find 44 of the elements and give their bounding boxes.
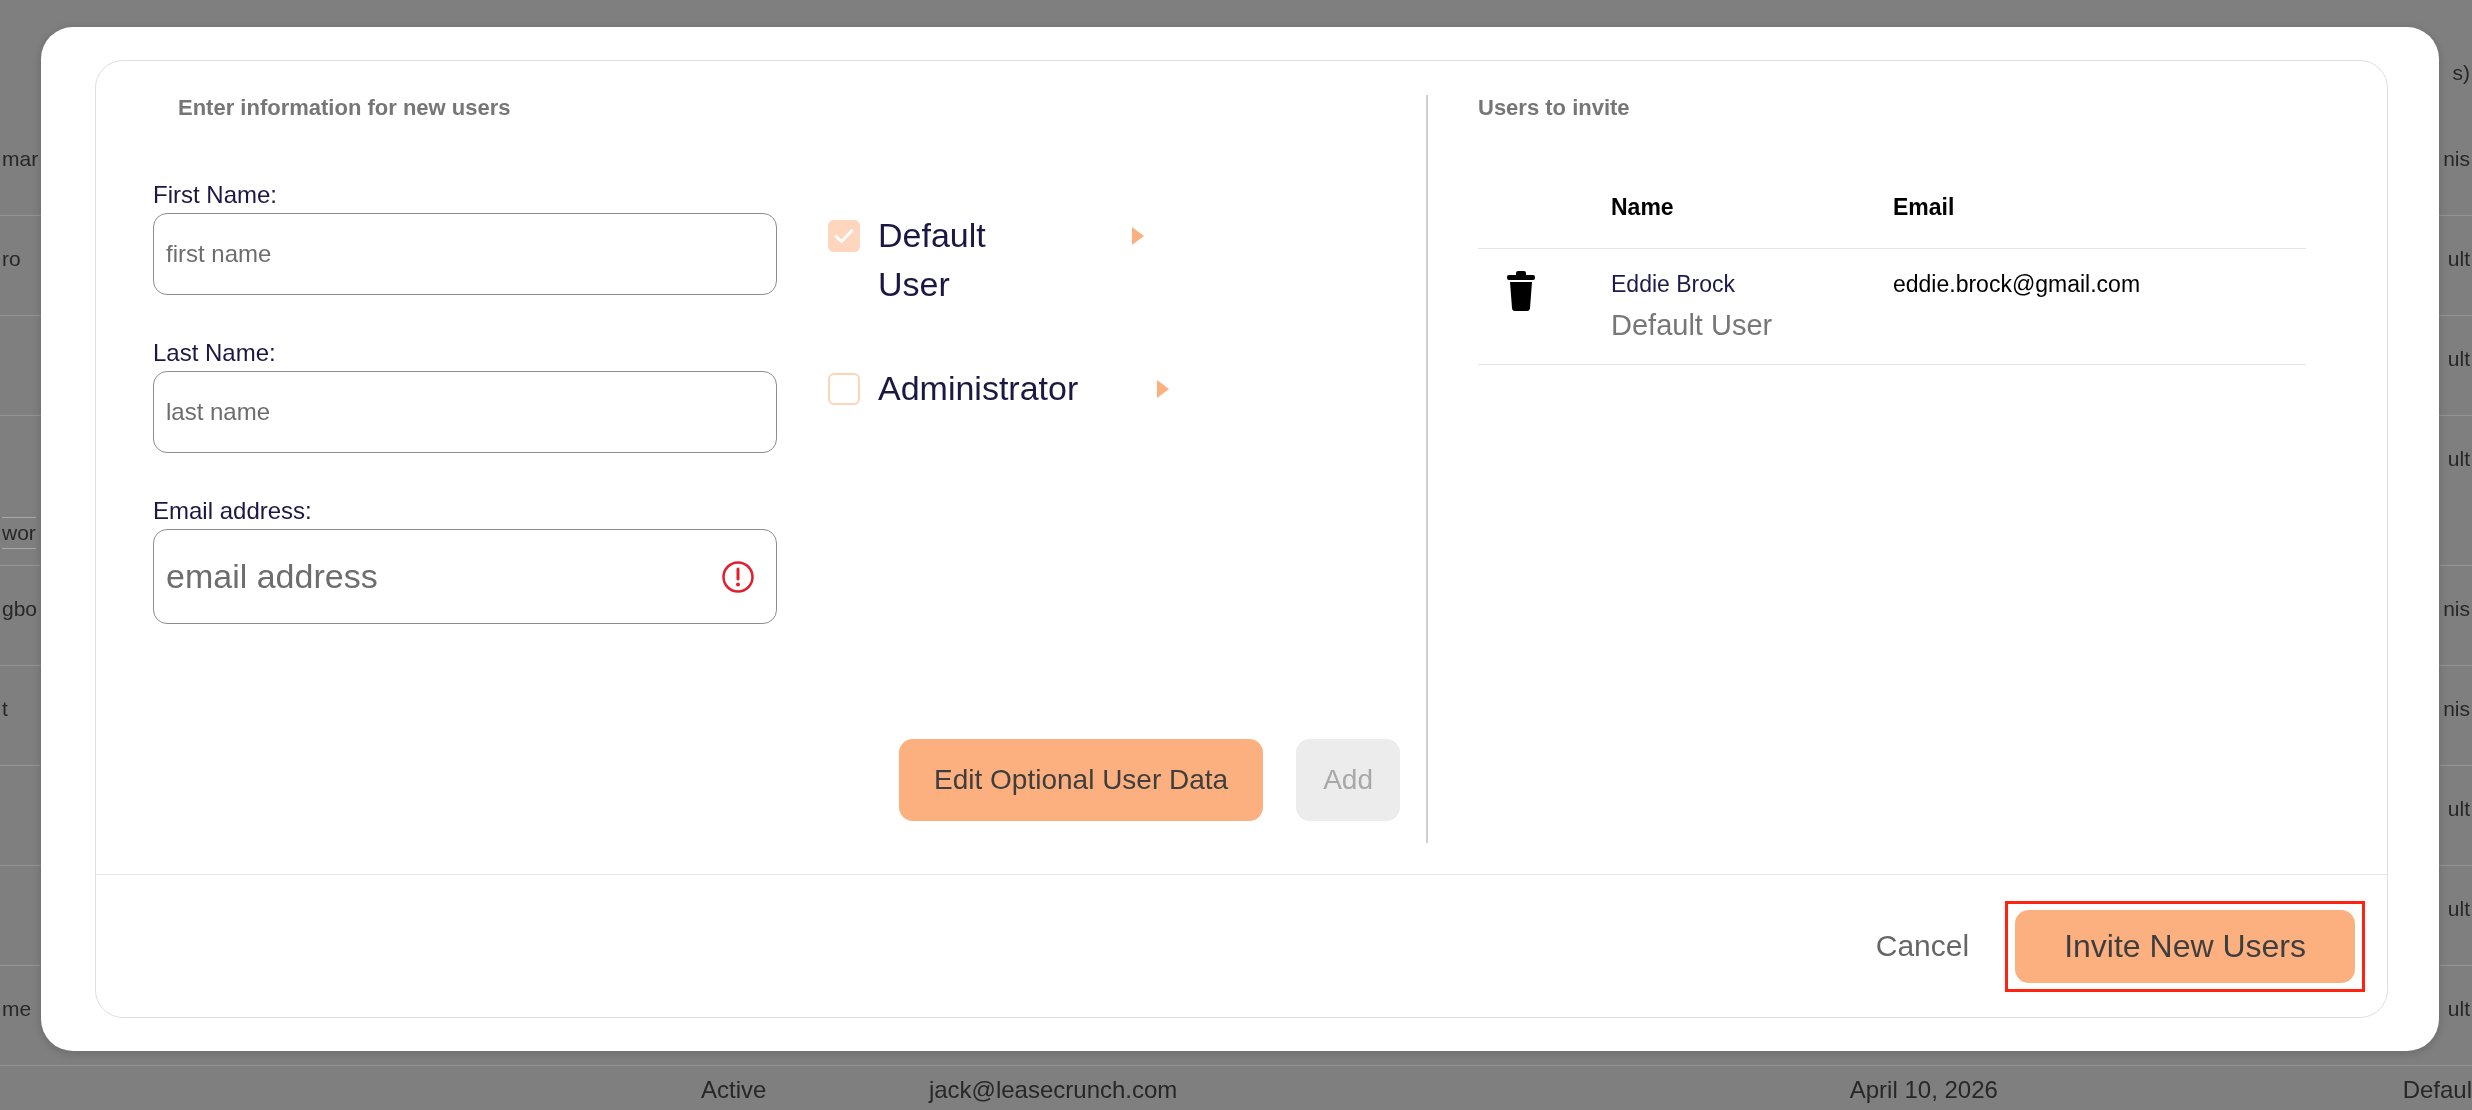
status-text: Active	[701, 1076, 768, 1104]
checkbox[interactable]	[828, 219, 860, 252]
table-text: mar	[2, 146, 39, 172]
invite-button[interactable]: Invite New Users	[2015, 909, 2355, 983]
checkbox[interactable]	[828, 372, 860, 405]
table-text: s)	[2452, 60, 2470, 86]
input-field[interactable]: last name	[153, 371, 777, 453]
table-text: ult	[2447, 796, 2470, 822]
table-text: ult	[2447, 346, 2470, 372]
table-text: ult	[2447, 446, 2470, 472]
role-text: Default User	[1611, 307, 1774, 342]
table-text: t	[2, 696, 8, 722]
caret-icon[interactable]	[1132, 226, 1144, 245]
section-heading: Users to invite	[1478, 95, 1631, 121]
table-text: nis	[2443, 696, 2470, 722]
table-text: gbo	[2, 596, 38, 622]
field-label: First Name:	[153, 180, 278, 209]
input-field[interactable]: first name	[153, 213, 777, 295]
input-field[interactable]: email address	[153, 529, 777, 624]
table-text: ro	[2, 246, 21, 272]
table-text: ult	[2447, 246, 2470, 272]
field-label: Last Name:	[153, 338, 277, 367]
table-text: me	[2, 996, 32, 1022]
column-header: Name	[1611, 194, 1674, 220]
column-header: Email	[1893, 194, 1955, 220]
table-text: Defaul	[2402, 1076, 2472, 1104]
field-label: Email address:	[153, 496, 313, 525]
table-text: nis	[2443, 146, 2470, 172]
table-text: ult	[2447, 896, 2470, 922]
role-label[interactable]: Default User	[878, 211, 1053, 309]
caret-icon[interactable]	[1157, 379, 1170, 398]
email-text: jack@leasecrunch.com	[928, 1076, 1179, 1104]
edit-data-button[interactable]: Edit Optional User Data	[899, 739, 1264, 821]
section-heading: Enter information for new users	[178, 95, 511, 121]
check-icon	[834, 227, 854, 244]
table-text: nis	[2443, 596, 2470, 622]
table-text: ult	[2447, 996, 2470, 1022]
user-name: Eddie Brock	[1611, 269, 1736, 298]
email-text: eddie.brock@gmail.com	[1893, 270, 2141, 297]
tag: wor	[2, 517, 36, 549]
cancel-button[interactable]: Cancel	[1875, 928, 1970, 964]
trash-icon[interactable]	[1507, 270, 1535, 311]
date-text: April 10, 2026	[1849, 1076, 1999, 1104]
role-label[interactable]: Administrator	[878, 364, 1079, 413]
